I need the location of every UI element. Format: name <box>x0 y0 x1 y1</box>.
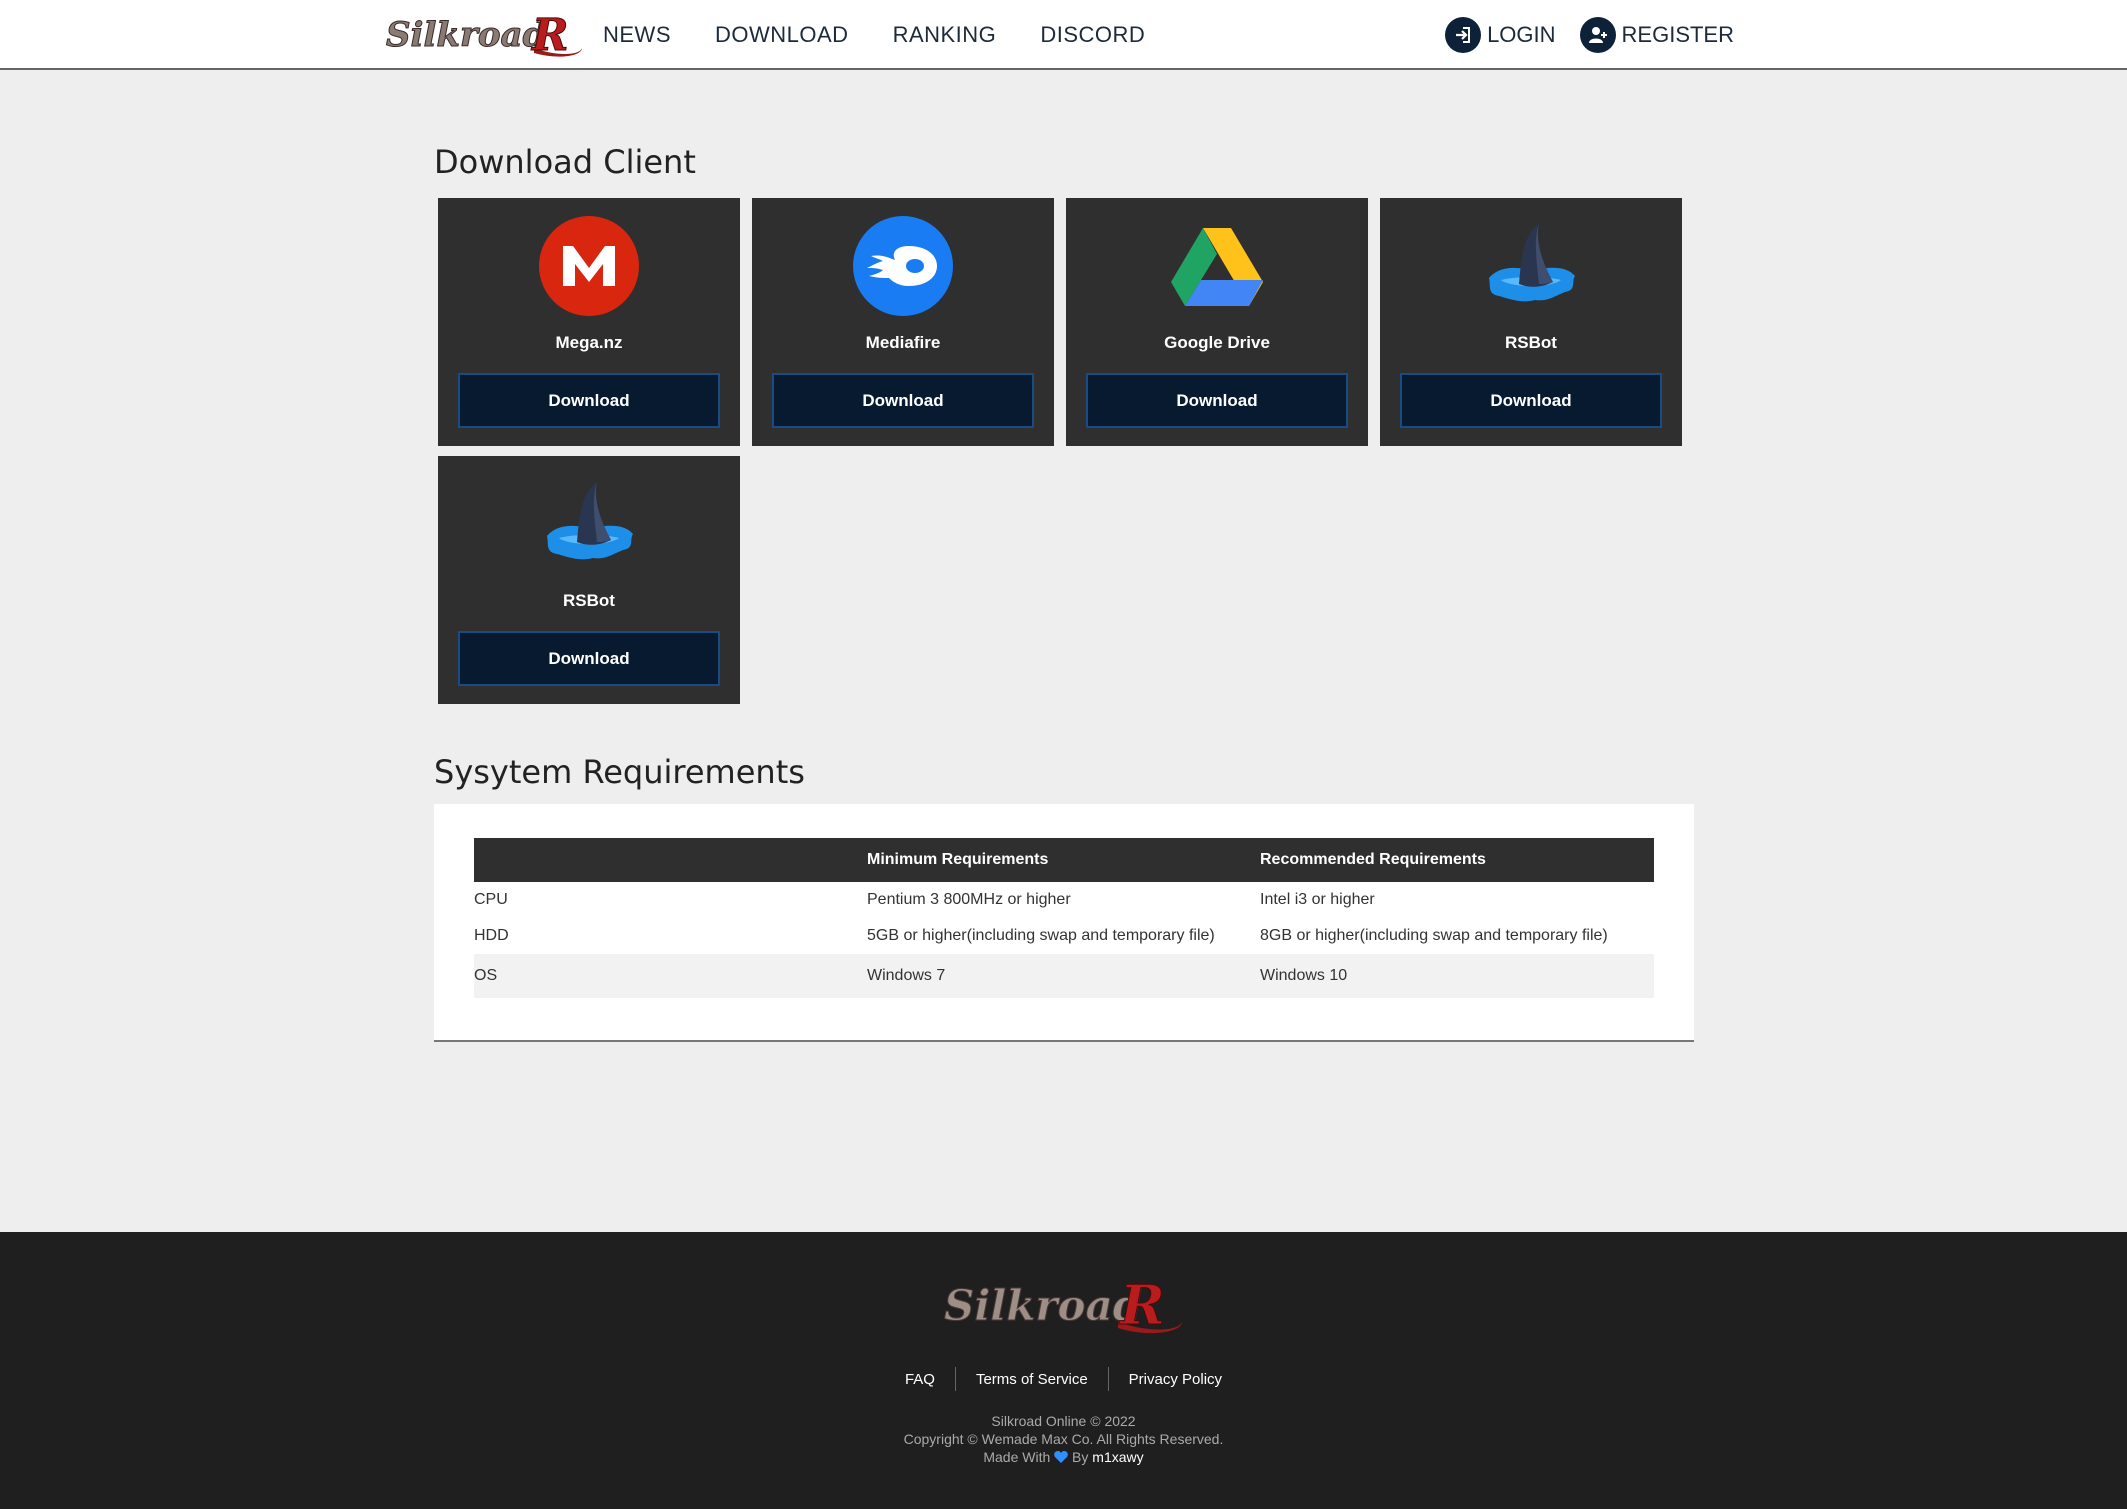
table-cell: CPU <box>474 891 508 908</box>
download-card-rsbot-2: RSBot Download <box>438 456 740 704</box>
silkroad-logo[interactable]: Silkroad R <box>384 8 584 63</box>
table-cell: 8GB or higher(including swap and tempora… <box>1260 927 1608 944</box>
footer: Silkroad R FAQ Terms of Service Privacy … <box>0 1232 2127 1509</box>
download-button[interactable]: Download <box>772 373 1034 428</box>
footer-link-faq[interactable]: FAQ <box>885 1371 955 1388</box>
heart-icon <box>1054 1451 1068 1463</box>
top-navbar: Silkroad R NEWS DOWNLOAD RANKING DISCORD… <box>0 0 2127 70</box>
nav-news[interactable]: NEWS <box>603 22 671 48</box>
nav-download[interactable]: DOWNLOAD <box>715 22 849 48</box>
download-card-google-drive: Google Drive Download <box>1066 198 1368 446</box>
download-button[interactable]: Download <box>458 631 720 686</box>
svg-text:R: R <box>1118 1273 1165 1337</box>
mega-icon <box>539 216 639 316</box>
table-cell: Pentium 3 800MHz or higher <box>867 891 1071 908</box>
svg-text:Silkroad: Silkroad <box>944 1281 1142 1330</box>
footer-credit: Made With By m1xawy <box>0 1449 2127 1465</box>
footer-copyright-year: Silkroad Online © 2022 <box>991 1413 1136 1429</box>
card-name: Mega.nz <box>555 333 623 352</box>
card-name: Mediafire <box>865 333 941 352</box>
table-cell: 5GB or higher(including swap and tempora… <box>867 927 1215 944</box>
requirements-table: Minimum Requirements Recommended Require… <box>474 838 1654 998</box>
footer-link-privacy[interactable]: Privacy Policy <box>1109 1371 1242 1388</box>
by-label: By <box>1072 1449 1089 1465</box>
download-card-mediafire: Mediafire Download <box>752 198 1054 446</box>
add-user-icon <box>1579 17 1616 53</box>
table-header: Recommended Requirements <box>1260 838 1654 882</box>
login-button[interactable]: LOGIN <box>1445 17 1556 53</box>
footer-silkroad-logo: Silkroad R <box>944 1273 1182 1338</box>
download-button[interactable]: Download <box>458 373 720 428</box>
made-with-label: Made With <box>983 1449 1051 1465</box>
table-row: CPU Pentium 3 800MHz or higher Intel i3 … <box>474 882 1654 918</box>
table-row: OS Windows 7 Windows 10 <box>474 954 1654 998</box>
requirements-panel: Minimum Requirements Recommended Require… <box>434 804 1694 1042</box>
card-name: RSBot <box>1505 333 1557 352</box>
login-label: LOGIN <box>1487 22 1556 47</box>
table-header-row: Minimum Requirements Recommended Require… <box>474 838 1654 882</box>
nav-ranking[interactable]: RANKING <box>893 22 997 48</box>
table-cell: OS <box>474 954 867 998</box>
table-header <box>474 838 867 882</box>
register-button[interactable]: REGISTER <box>1579 17 1734 53</box>
svg-text:R: R <box>530 10 569 61</box>
footer-link-terms[interactable]: Terms of Service <box>956 1371 1108 1388</box>
download-card-mega: Mega.nz Download <box>438 198 740 446</box>
rsbot-icon <box>1489 224 1575 302</box>
table-cell: Windows 7 <box>867 954 1260 998</box>
author-link[interactable]: m1xawy <box>1092 1449 1143 1465</box>
download-card-rsbot: RSBot Download <box>1380 198 1682 446</box>
nav-discord[interactable]: DISCORD <box>1040 22 1145 48</box>
download-title: Download Client <box>434 143 696 181</box>
card-name: RSBot <box>563 591 615 610</box>
register-label: REGISTER <box>1621 22 1734 47</box>
google-drive-icon <box>1171 228 1263 306</box>
footer-links: FAQ Terms of Service Privacy Policy <box>0 1367 2127 1391</box>
footer-copyright: Copyright © Wemade Max Co. All Rights Re… <box>903 1431 1224 1447</box>
main-nav: NEWS DOWNLOAD RANKING DISCORD <box>603 0 1145 70</box>
mediafire-icon <box>853 216 953 316</box>
svg-text:Silkroad: Silkroad <box>386 15 547 55</box>
table-cell: HDD <box>474 927 509 944</box>
auth-links: LOGIN REGISTER <box>1445 0 1734 70</box>
table-cell: Intel i3 or higher <box>1260 891 1375 908</box>
requirements-title: Sysytem Requirements <box>434 753 805 791</box>
table-header: Minimum Requirements <box>867 838 1260 882</box>
download-button[interactable]: Download <box>1400 373 1662 428</box>
rsbot-icon <box>547 482 633 560</box>
download-button[interactable]: Download <box>1086 373 1348 428</box>
table-row: HDD 5GB or higher(including swap and tem… <box>474 918 1654 954</box>
table-cell: Windows 10 <box>1260 954 1654 998</box>
card-name: Google Drive <box>1164 333 1270 352</box>
login-icon <box>1445 17 1482 53</box>
